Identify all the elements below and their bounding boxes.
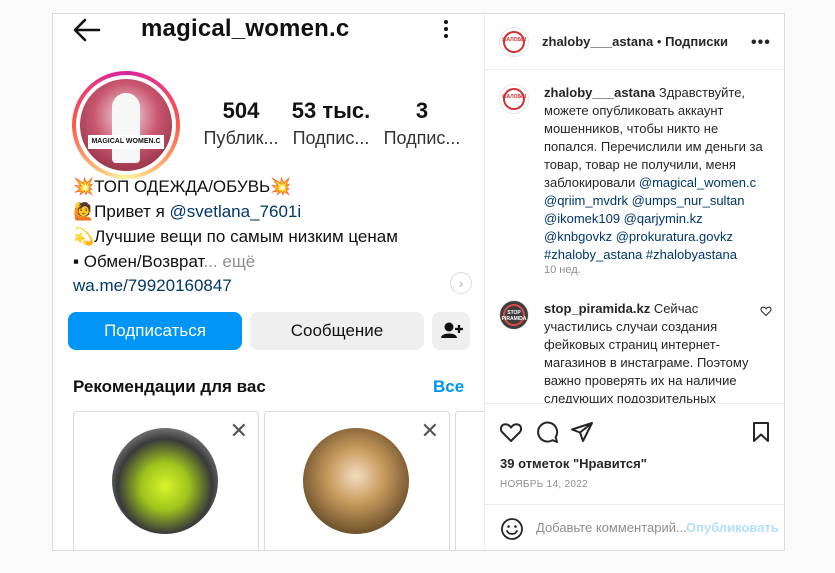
- share-paper-plane-icon[interactable]: [570, 420, 594, 444]
- comment: stop_piramida.kz Сейчас участились случа…: [544, 301, 749, 403]
- see-all-link: Все: [433, 377, 465, 396]
- commenter-avatar[interactable]: STOP PIRAMIDA: [499, 300, 529, 330]
- recommendation-card: [455, 411, 484, 550]
- profile-avatar: MAGICAL WOMEN.C: [72, 71, 180, 179]
- chevron-right-icon: ›: [450, 272, 472, 294]
- recommendation-avatar: [303, 428, 409, 534]
- bio-line-4: ▪ Обмен/Возврат... ещё: [73, 252, 256, 271]
- bio-mention: @svetlana_7601i: [169, 202, 302, 221]
- add-comment-bar: Добавьте комментарий... Опубликовать: [485, 504, 784, 550]
- bio-line-2: 🙋Привет я @svetlana_7601i: [73, 202, 302, 221]
- more-options-icon[interactable]: •••: [751, 34, 771, 52]
- close-icon: ✕: [229, 418, 248, 443]
- follow-button: Подписаться: [68, 312, 242, 350]
- recommendation-avatar: [112, 428, 218, 534]
- post-image: magical_women.c MAGICAL WOMEN.C 504 Публ…: [53, 14, 484, 550]
- stat-posts: 504 Публик...: [203, 98, 279, 148]
- bio-link: wa.me/79920160847: [73, 276, 232, 295]
- post-actions: 39 отметок "Нравится" НОЯБРЬ 14, 2022 До…: [485, 403, 784, 550]
- commenter-avatar[interactable]: ЖАЛОБЫ: [499, 84, 529, 114]
- post-date: НОЯБРЬ 14, 2022: [500, 479, 589, 490]
- message-button: Сообщение: [250, 312, 424, 350]
- bookmark-icon[interactable]: [749, 420, 773, 444]
- like-heart-icon[interactable]: [499, 420, 523, 444]
- comment-username[interactable]: zhaloby___astana: [544, 85, 655, 100]
- author-username[interactable]: zhaloby___astana: [542, 34, 653, 49]
- author-avatar[interactable]: ЖАЛОБЫ: [499, 27, 529, 57]
- recommendation-card: ✕: [264, 411, 450, 550]
- back-arrow-icon: [73, 18, 101, 42]
- post-header: ЖАЛОБЫ zhaloby___astana • Подписки •••: [485, 14, 784, 70]
- comment-time: 10 нед.: [544, 264, 581, 276]
- profile-topbar: magical_women.c: [53, 14, 484, 54]
- stat-following: 3 Подпис...: [383, 98, 461, 148]
- emoji-icon[interactable]: [500, 517, 524, 541]
- heart-icon[interactable]: [760, 305, 772, 317]
- recommendations-title: Рекомендации для вас: [73, 377, 266, 396]
- instagram-post-modal: magical_women.c MAGICAL WOMEN.C 504 Публ…: [52, 13, 785, 551]
- post-header-text: zhaloby___astana • Подписки: [542, 34, 728, 49]
- avatar-label: MAGICAL WOMEN.C: [88, 135, 164, 149]
- bio-line-1: 💥ТОП ОДЕЖДА/ОБУВЬ💥: [73, 177, 292, 196]
- post-sidebar: ЖАЛОБЫ zhaloby___astana • Подписки ••• Ж…: [484, 14, 784, 550]
- close-icon: ✕: [420, 418, 439, 443]
- more-options-icon: [437, 18, 455, 42]
- recommendation-card: ✕: [73, 411, 259, 550]
- bio-line-3: 💫Лучшие вещи по самым низким ценам: [73, 227, 398, 246]
- following-button[interactable]: Подписки: [665, 34, 728, 49]
- comment-input[interactable]: Добавьте комментарий...: [536, 520, 687, 535]
- likes-count[interactable]: 39 отметок "Нравится": [500, 456, 647, 471]
- publish-button[interactable]: Опубликовать: [686, 520, 779, 535]
- profile-username: magical_women.c: [141, 15, 350, 42]
- comments-list[interactable]: ЖАЛОБЫ zhaloby___astana Здравствуйте, мо…: [485, 71, 784, 403]
- caption-comment: zhaloby___astana Здравствуйте, можете оп…: [544, 85, 763, 262]
- add-person-icon: [432, 312, 470, 350]
- comment-bubble-icon[interactable]: [535, 420, 559, 444]
- comment-username[interactable]: stop_piramida.kz: [544, 301, 650, 316]
- stat-followers: 53 тыс. Подпис...: [291, 98, 371, 148]
